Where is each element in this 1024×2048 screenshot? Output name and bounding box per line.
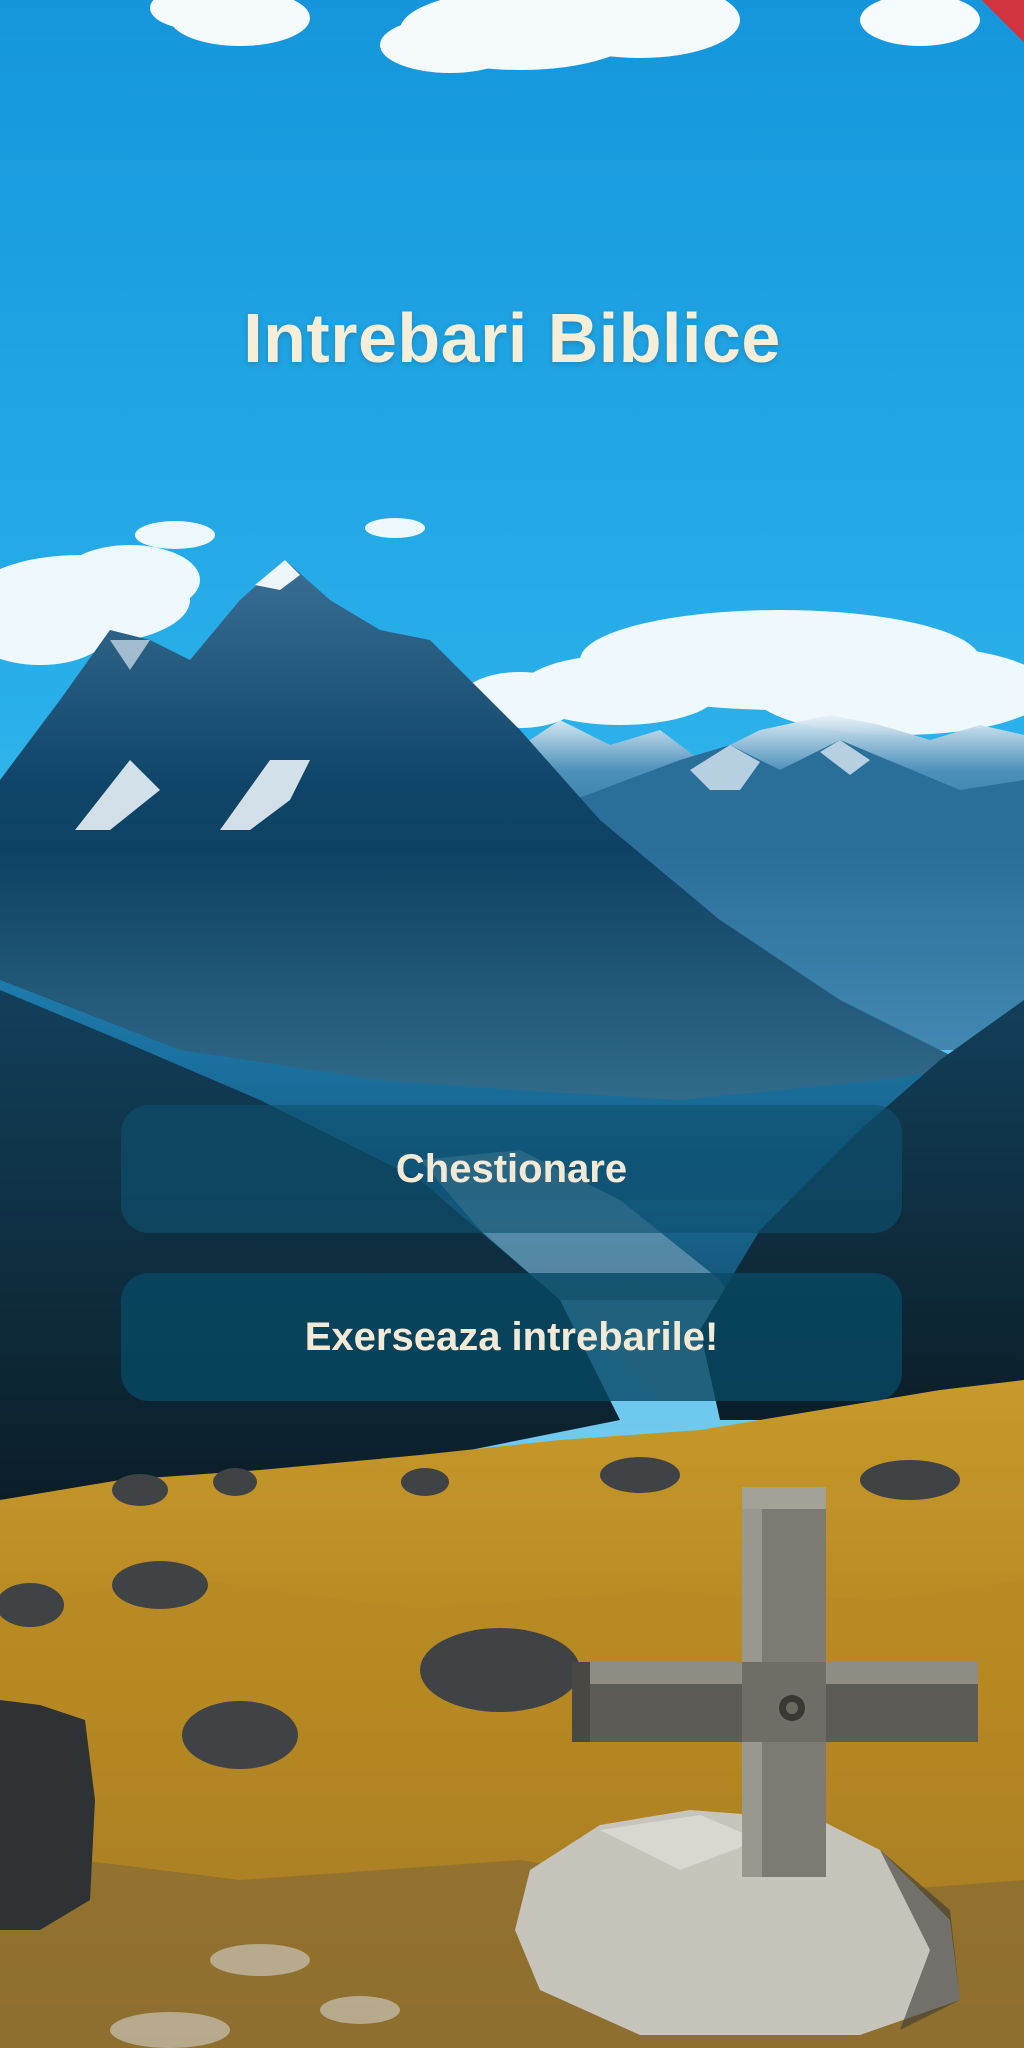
app-title: Intrebari Biblice	[243, 299, 781, 377]
quiz-button-label: Chestionare	[395, 1146, 628, 1191]
app-screen: Intrebari Biblice Chestionare Exerseaza …	[0, 0, 1024, 2048]
practice-questions-button[interactable]: Exerseaza intrebarile!	[121, 1273, 902, 1401]
practice-button-label: Exerseaza intrebarile!	[304, 1314, 719, 1359]
quiz-button[interactable]: Chestionare	[121, 1105, 902, 1233]
